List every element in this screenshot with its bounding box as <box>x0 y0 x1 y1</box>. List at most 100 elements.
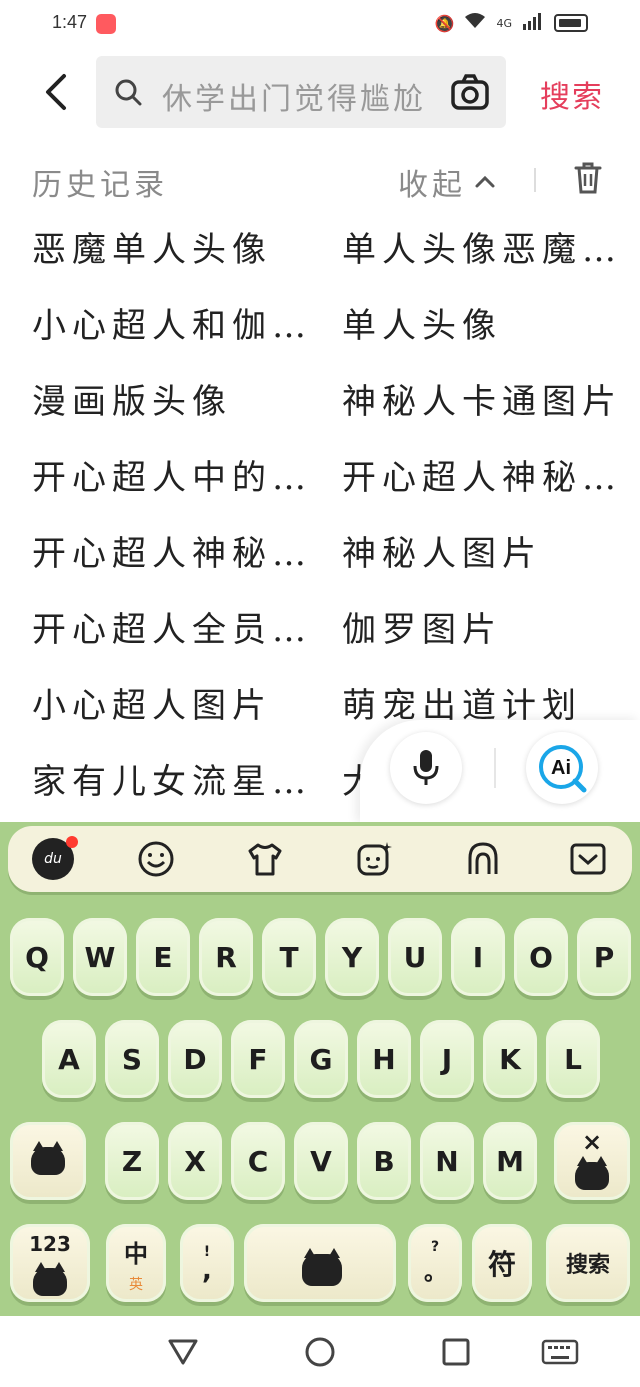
delete-key[interactable]: × <box>554 1122 630 1200</box>
key-a[interactable]: A <box>42 1020 96 1098</box>
ai-search-icon: Ai <box>539 745 587 793</box>
arch-logo-icon <box>468 842 498 874</box>
nav-recents-button[interactable] <box>438 1334 474 1370</box>
history-item[interactable]: 神秘人卡通图片 <box>342 374 622 423</box>
language-key[interactable]: 中 英 <box>106 1224 166 1302</box>
camera-icon[interactable] <box>450 72 490 112</box>
key-b[interactable]: B <box>357 1122 411 1200</box>
language-key-label: 中 <box>124 1240 148 1268</box>
emoji-button[interactable] <box>136 839 176 879</box>
skin-button[interactable] <box>245 839 285 879</box>
hide-keyboard-button[interactable] <box>568 839 608 879</box>
space-key[interactable] <box>244 1224 396 1302</box>
keyboard-toolbar: du <box>8 826 632 892</box>
shift-key[interactable] <box>10 1122 86 1200</box>
history-item[interactable]: 小心超人图片 <box>32 678 272 727</box>
nav-keyboard-button[interactable] <box>540 1334 580 1370</box>
sticker-face-icon <box>357 842 392 876</box>
signal-icon <box>522 12 544 34</box>
comma-key[interactable]: ! , <box>180 1224 234 1302</box>
search-button[interactable]: 搜索 <box>540 72 604 116</box>
key-k[interactable]: K <box>483 1020 537 1098</box>
search-input[interactable]: 休学出门觉得尴尬 <box>96 56 506 128</box>
nav-back-button[interactable] <box>165 1334 201 1370</box>
history-item[interactable]: 单人头像 <box>342 298 502 347</box>
key-w[interactable]: W <box>73 918 127 996</box>
black-cat-icon <box>31 1141 65 1175</box>
history-item[interactable]: 开心超人中的… <box>32 450 312 499</box>
chevron-up-icon <box>475 175 495 188</box>
key-z[interactable]: Z <box>105 1122 159 1200</box>
key-h[interactable]: H <box>357 1020 411 1098</box>
key-v[interactable]: V <box>294 1122 348 1200</box>
key-c[interactable]: C <box>231 1122 285 1200</box>
history-item[interactable]: 漫画版头像 <box>32 374 232 423</box>
circle-home-icon <box>305 1337 335 1367</box>
notification-dot <box>66 836 78 848</box>
keyboard: du Q W E R T Y U I O P A S D F G H J K L… <box>0 822 640 1316</box>
collapse-button[interactable]: 收起 <box>398 160 496 204</box>
search-icon <box>115 79 142 106</box>
key-x[interactable]: X <box>168 1122 222 1200</box>
chevron-left-icon <box>46 74 66 110</box>
key-e[interactable]: E <box>136 918 190 996</box>
sticker-button[interactable] <box>354 839 394 879</box>
key-s[interactable]: S <box>105 1020 159 1098</box>
key-o[interactable]: O <box>514 918 568 996</box>
black-cat-icon <box>302 1248 342 1286</box>
divider <box>534 168 536 192</box>
input-method-button[interactable] <box>463 839 503 879</box>
voice-input-button[interactable] <box>390 732 462 804</box>
history-item[interactable]: 开心超人神秘… <box>32 526 312 575</box>
key-q[interactable]: Q <box>10 918 64 996</box>
navigation-bar <box>0 1316 640 1387</box>
key-y[interactable]: Y <box>325 918 379 996</box>
key-l[interactable]: L <box>546 1020 600 1098</box>
chevron-down-box-icon <box>570 843 606 875</box>
history-title: 历史记录 <box>32 168 168 203</box>
history-item[interactable]: 开心超人神秘… <box>342 450 622 499</box>
status-time: 1:47 <box>52 12 88 32</box>
history-item[interactable]: 家有儿女流星… <box>32 754 312 803</box>
history-item[interactable]: 恶魔单人头像 <box>32 222 272 271</box>
history-item[interactable]: 小心超人和伽… <box>32 298 312 347</box>
key-n[interactable]: N <box>420 1122 474 1200</box>
key-f[interactable]: F <box>231 1020 285 1098</box>
history-item[interactable]: 单人头像恶魔… <box>342 222 622 271</box>
history-item[interactable]: 伽罗图片 <box>342 602 502 651</box>
key-d[interactable]: D <box>168 1020 222 1098</box>
network-type: 4G <box>496 16 512 30</box>
square-recents-icon <box>442 1338 470 1366</box>
period-key-top: ? <box>430 1239 440 1255</box>
clear-history-button[interactable] <box>572 160 604 196</box>
comma-key-label: , <box>202 1256 212 1286</box>
period-key[interactable]: ? 。 <box>408 1224 462 1302</box>
key-u[interactable]: U <box>388 918 442 996</box>
history-item[interactable]: 神秘人图片 <box>342 526 542 575</box>
number-key-label: 123 <box>29 1232 71 1256</box>
nav-home-button[interactable] <box>302 1334 338 1370</box>
tshirt-icon <box>248 843 282 876</box>
status-icons: 🔕 4G <box>435 12 588 34</box>
key-p[interactable]: P <box>577 918 631 996</box>
key-i[interactable]: I <box>451 918 505 996</box>
search-key[interactable]: 搜索 <box>546 1224 630 1302</box>
battery-icon <box>554 14 588 32</box>
delete-label: × <box>581 1128 603 1156</box>
trash-icon <box>574 162 602 194</box>
divider <box>494 748 496 788</box>
key-t[interactable]: T <box>262 918 316 996</box>
status-bar: 1:47 🔕 4G <box>0 0 640 50</box>
symbol-key[interactable]: 符 <box>472 1224 532 1302</box>
ai-search-button[interactable]: Ai <box>526 732 598 804</box>
mute-icon: 🔕 <box>434 13 455 33</box>
key-m[interactable]: M <box>483 1122 537 1200</box>
key-g[interactable]: G <box>294 1020 348 1098</box>
key-j[interactable]: J <box>420 1020 474 1098</box>
key-r[interactable]: R <box>199 918 253 996</box>
smiley-icon <box>138 841 174 877</box>
history-item[interactable]: 开心超人全员… <box>32 602 312 651</box>
period-key-label: 。 <box>423 1261 446 1286</box>
number-key[interactable]: 123 <box>10 1224 90 1302</box>
back-button[interactable] <box>36 70 76 114</box>
